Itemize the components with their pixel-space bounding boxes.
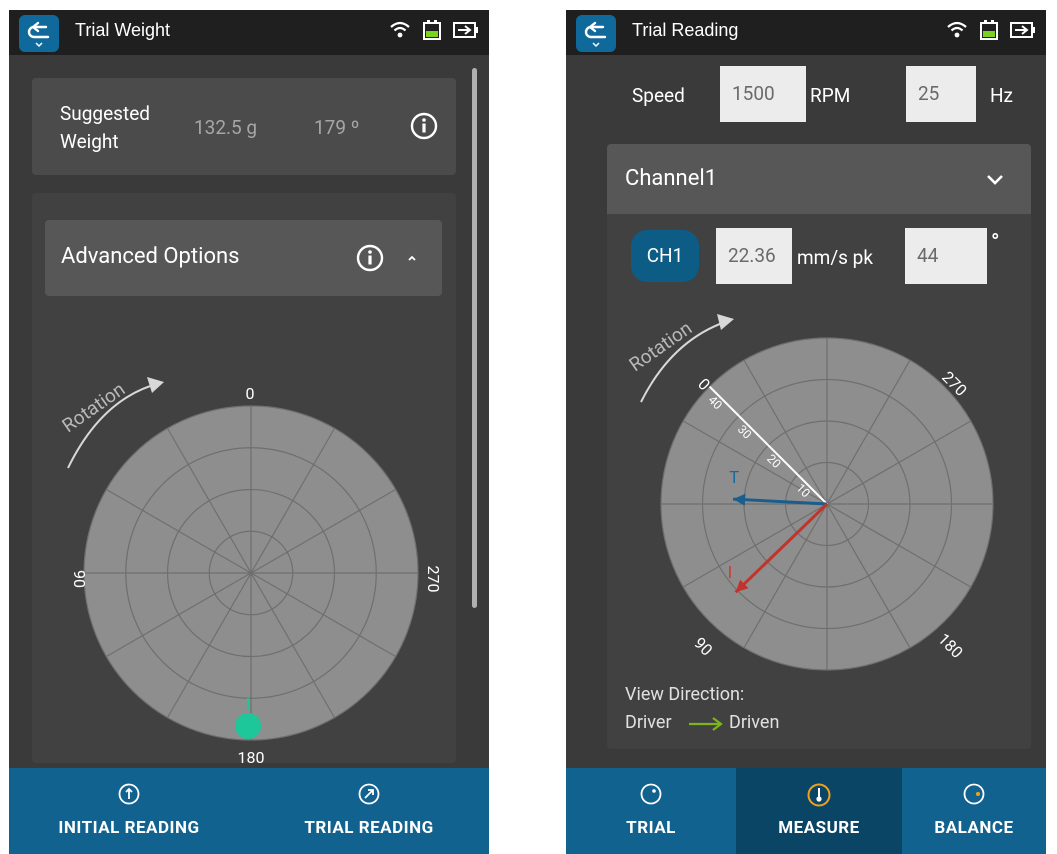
- angle-label-90: 90: [70, 570, 89, 588]
- trial-weight-marker[interactable]: [235, 712, 262, 739]
- info-icon[interactable]: [355, 243, 385, 273]
- rotation-arrowhead: [717, 314, 734, 330]
- rotation-label: Rotation: [625, 316, 697, 376]
- wifi-icon: [947, 21, 967, 38]
- speed-rpm-input[interactable]: 1500: [720, 66, 806, 122]
- title-bar: Trial Reading: [566, 10, 1046, 55]
- polar-grid: [83, 405, 419, 741]
- angle-label-180: 180: [238, 748, 265, 763]
- advanced-options-label: Advanced Options: [61, 244, 240, 269]
- thermometer-gauge-icon: [807, 783, 831, 807]
- back-arrow-icon: [27, 21, 50, 48]
- driven-label: Driven: [729, 712, 780, 733]
- amplitude-unit: mm/s pk: [797, 246, 873, 269]
- screen-title: Trial Weight: [75, 20, 171, 40]
- amplitude-input[interactable]: 22.36: [716, 228, 792, 284]
- suggested-weight-card: Suggested Weight 132.5 g 179 º: [32, 78, 456, 175]
- wifi-icon: [390, 21, 410, 38]
- rotation-arrowhead: [147, 377, 164, 393]
- angle-label-180: 180: [934, 629, 967, 662]
- angle-label-90: 90: [690, 633, 716, 659]
- phase-input[interactable]: 44: [905, 228, 987, 284]
- trial-reading-screen: Trial Reading Speed 1500 RPM 25 Hz Chann…: [566, 10, 1046, 854]
- channel-card: Channel1 CH1 22.36 mm/s pk 44 ° Rotation…: [607, 144, 1031, 749]
- dial-icon: [640, 783, 662, 805]
- initial-vector-label: I: [728, 563, 733, 583]
- bottom-nav: TRIAL MEASURE BALANCE: [566, 768, 1046, 854]
- nav-trial[interactable]: TRIAL: [566, 768, 736, 854]
- hz-unit: Hz: [990, 84, 1013, 107]
- nav-label: INITIAL READING: [58, 818, 200, 838]
- charging-battery-icon: [1010, 22, 1035, 38]
- chevron-up-icon[interactable]: [405, 253, 419, 263]
- back-button[interactable]: [19, 15, 59, 52]
- info-icon[interactable]: [409, 111, 439, 141]
- phase-unit: °: [991, 230, 1000, 255]
- device-battery-icon: [423, 20, 441, 40]
- status-icons: [389, 19, 479, 41]
- device-battery-icon: [980, 20, 998, 40]
- speed-hz-input[interactable]: 25: [906, 66, 976, 122]
- channel-chip[interactable]: CH1: [631, 230, 699, 282]
- trial-vector-label: T: [729, 468, 739, 488]
- scrollbar[interactable]: [472, 68, 477, 608]
- nav-balance[interactable]: BALANCE: [902, 768, 1046, 854]
- channel-header[interactable]: Channel1: [607, 144, 1031, 214]
- driver-label: Driver: [625, 712, 672, 733]
- title-bar: Trial Weight: [9, 10, 489, 55]
- speed-label: Speed: [632, 84, 685, 107]
- bottom-nav: INITIAL READING TRIAL READING: [9, 768, 489, 854]
- view-direction-label: View Direction:: [625, 684, 745, 705]
- gauge-icon: [358, 783, 380, 805]
- polar-plot: Rotation 0 90 270 180: [58, 377, 443, 763]
- chevron-down-icon[interactable]: [985, 173, 1005, 187]
- nav-trial-reading[interactable]: TRIAL READING: [249, 768, 489, 854]
- suggested-angle-value: 179 º: [314, 116, 360, 139]
- gauge-icon: [118, 783, 140, 805]
- nav-label: MEASURE: [778, 818, 860, 838]
- nav-initial-reading[interactable]: INITIAL READING: [9, 768, 249, 854]
- nav-measure[interactable]: MEASURE: [736, 768, 902, 854]
- suggested-weight-value: 132.5 g: [194, 116, 258, 139]
- direction-arrow-icon: [689, 717, 723, 731]
- advanced-options-header[interactable]: Advanced Options: [45, 220, 442, 296]
- balance-dial-icon: [963, 783, 985, 805]
- nav-label: TRIAL: [626, 818, 676, 838]
- channel-title: Channel1: [625, 166, 718, 191]
- advanced-options-panel: Advanced Options Rotation 0 90 270 180: [32, 193, 456, 763]
- rpm-unit: RPM: [810, 84, 851, 107]
- status-icons: [946, 19, 1036, 41]
- suggested-weight-label: Suggested Weight: [60, 102, 150, 153]
- screen-title: Trial Reading: [632, 20, 739, 40]
- vector-polar-plot: Rotation 0 270 90 180 40 30 20 10 T I: [625, 314, 994, 671]
- back-arrow-icon: [584, 21, 607, 48]
- angle-label-0: 0: [246, 384, 255, 403]
- nav-label: BALANCE: [934, 818, 1014, 838]
- charging-battery-icon: [453, 22, 478, 38]
- angle-label-270: 270: [424, 566, 443, 593]
- nav-label: TRIAL READING: [304, 818, 434, 838]
- back-button[interactable]: [576, 15, 616, 52]
- trial-weight-screen: Trial Weight Suggested Weight 132.5 g 17…: [9, 10, 489, 854]
